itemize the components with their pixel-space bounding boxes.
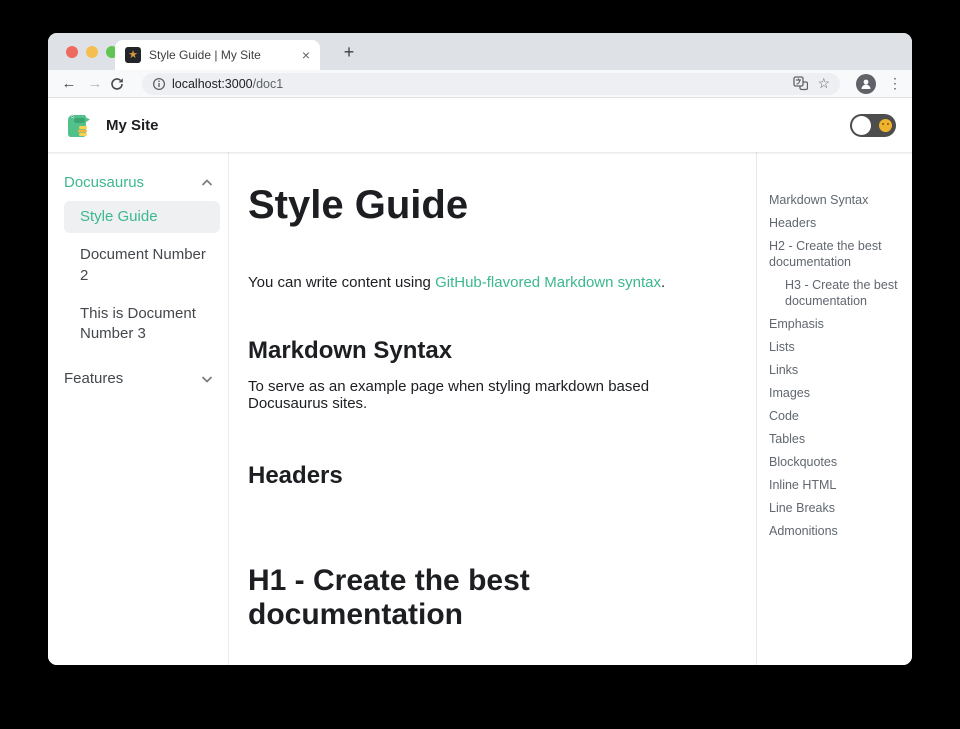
category-label: Docusaurus (64, 174, 145, 191)
markdown-syntax-link[interactable]: GitHub-flavored Markdown syntax (435, 274, 661, 291)
minimize-window-button[interactable] (86, 46, 98, 58)
browser-window: ★ Style Guide | My Site × + ← → localhos… (48, 33, 912, 665)
toc-item[interactable]: Admonitions (769, 523, 904, 539)
toggle-knob (852, 115, 871, 135)
person-icon (861, 79, 871, 89)
intro-prefix: You can write content using (248, 274, 436, 291)
toc-item[interactable]: Images (769, 385, 904, 401)
back-button[interactable]: ← (58, 75, 80, 92)
sun-face-icon (879, 118, 892, 132)
sidebar-item-document-3[interactable]: This is Document Number 3 (64, 298, 220, 351)
category-label: Features (64, 370, 124, 388)
tab-close-icon[interactable]: × (302, 47, 310, 63)
favicon-star-icon: ★ (125, 47, 141, 63)
sidebar-item-style-guide[interactable]: Style Guide (64, 201, 220, 234)
site-logo[interactable] (64, 109, 96, 141)
heading-markdown-syntax: Markdown Syntax (248, 337, 453, 364)
toc-item[interactable]: Blockquotes (769, 454, 904, 470)
forward-button[interactable]: → (84, 75, 106, 92)
toc-item[interactable]: Tables (769, 431, 904, 447)
toc-item[interactable]: Links (769, 362, 904, 378)
chevron-down-icon (201, 376, 213, 383)
reload-icon (111, 77, 123, 90)
browser-toolbar: ← → localhost:3000/doc1 ☆ ⋮ (48, 70, 912, 98)
toc-item[interactable]: Code (769, 408, 904, 424)
new-tab-button[interactable]: + (336, 40, 362, 66)
site-title[interactable]: My Site (106, 117, 159, 134)
bookmark-star-icon[interactable]: ☆ (817, 75, 830, 92)
tab-strip: ★ Style Guide | My Site × + (48, 33, 912, 70)
reload-button[interactable] (110, 77, 132, 91)
chevron-up-icon (201, 178, 213, 186)
table-of-contents: Markdown Syntax Headers H2 - Create the … (756, 152, 912, 665)
toc-item[interactable]: H2 - Create the best documentation (769, 238, 904, 270)
toc-item[interactable]: Markdown Syntax (769, 192, 904, 208)
intro-suffix: . (661, 274, 666, 291)
sidebar-category-docusaurus[interactable]: Docusaurus (64, 170, 220, 195)
url-host: localhost:3000 (172, 76, 253, 91)
page-content: My Site Docusaurus Style Guide Document … (48, 98, 912, 665)
intro-paragraph: You can write content using GitHub-flavo… (248, 274, 728, 291)
site-navbar: My Site (48, 98, 912, 152)
toc-item[interactable]: Lists (769, 339, 904, 355)
desktop-background: ★ Style Guide | My Site × + ← → localhos… (0, 0, 960, 729)
doc-main: Style Guide You can write content using … (229, 152, 756, 665)
heading-headers: Headers (248, 462, 343, 489)
toc-item[interactable]: H3 - Create the best documentation (769, 277, 904, 309)
toc-item[interactable]: Headers (769, 215, 904, 231)
toc-item[interactable]: Emphasis (769, 316, 904, 332)
info-icon[interactable] (152, 77, 166, 91)
toc-item[interactable]: Inline HTML (769, 477, 904, 493)
toc-item[interactable]: Line Breaks (769, 500, 904, 516)
doc-layout: Docusaurus Style Guide Document Number 2… (48, 152, 912, 665)
browser-tab[interactable]: ★ Style Guide | My Site × (115, 40, 320, 70)
profile-avatar[interactable] (856, 73, 876, 94)
tab-title: Style Guide | My Site (149, 48, 261, 62)
url-path: /doc1 (252, 76, 284, 91)
translate-icon[interactable] (793, 76, 809, 91)
close-window-button[interactable] (66, 46, 78, 58)
doc-sidebar: Docusaurus Style Guide Document Number 2… (48, 152, 229, 665)
sidebar-item-document-2[interactable]: Document Number 2 (64, 239, 220, 292)
address-bar[interactable]: localhost:3000/doc1 ☆ (142, 72, 840, 95)
page-title: Style Guide (248, 183, 469, 227)
sidebar-category-features[interactable]: Features (64, 366, 220, 391)
markdown-syntax-text: To serve as an example page when styling… (248, 378, 650, 412)
browser-menu-icon[interactable]: ⋮ (888, 75, 902, 92)
demo-h1-heading: H1 - Create the best documentation (248, 564, 530, 631)
traffic-lights (66, 46, 118, 58)
dark-mode-toggle[interactable] (850, 113, 896, 137)
url-text: localhost:3000/doc1 (172, 77, 785, 91)
